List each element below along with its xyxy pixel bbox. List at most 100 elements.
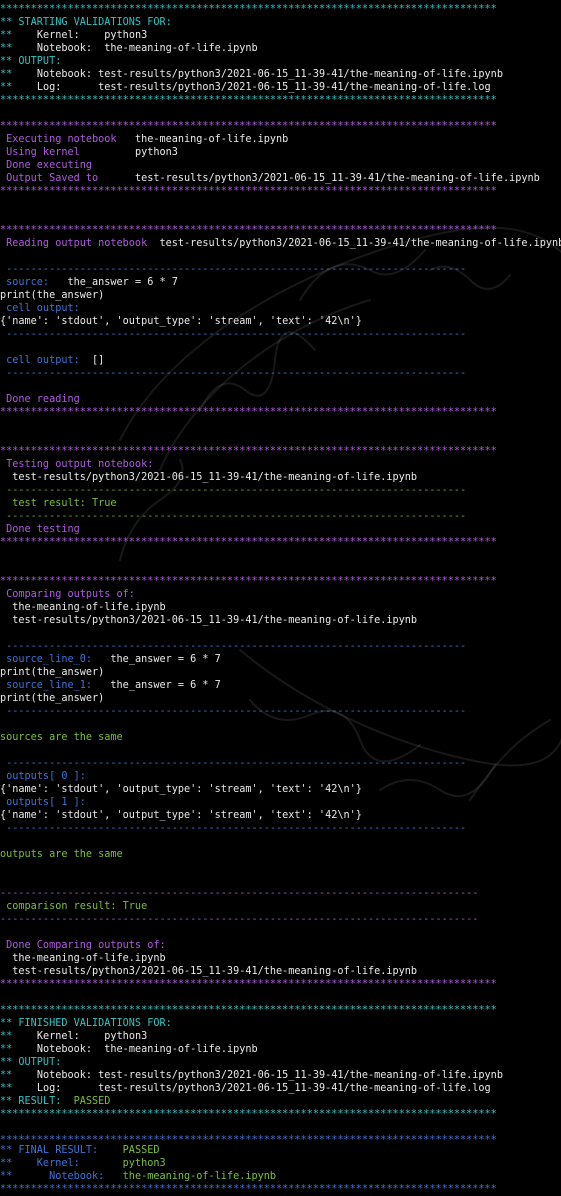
terminal-text: ** — [0, 1070, 37, 1081]
terminal-text: ****************************************… — [0, 95, 497, 106]
terminal-text: ****************************************… — [0, 225, 497, 236]
terminal-line: Reading output notebook test-results/pyt… — [0, 237, 561, 250]
terminal-line: Output Saved to test-results/python3/202… — [0, 172, 540, 185]
terminal-text: comparison result: True — [0, 901, 148, 912]
terminal-text: Notebook: the-meaning-of-life.ipynb — [36, 1044, 258, 1055]
terminal-text: print(the_answer) — [0, 290, 105, 301]
terminal-line: ** OUTPUT: — [0, 1056, 61, 1069]
terminal-text: source_line_1: — [0, 680, 93, 691]
terminal-line: print(the_answer) — [0, 692, 104, 705]
terminal-text: ** Kernel: — [0, 1158, 123, 1169]
terminal-text: ----------------------------------------… — [0, 706, 467, 717]
terminal-text: Testing output notebook: — [0, 459, 154, 470]
terminal-text: [] — [92, 355, 105, 366]
terminal-line: ****************************************… — [0, 1108, 497, 1121]
terminal-text: outputs[ 1 ]: — [0, 797, 86, 808]
terminal-text: the_answer = 6 * 7 — [92, 680, 221, 691]
terminal-text: ** — [0, 69, 37, 80]
terminal-text: ** — [0, 82, 37, 93]
terminal-line: ****************************************… — [0, 1004, 497, 1017]
terminal-text: Executing notebook — [0, 134, 135, 145]
terminal-line: ****************************************… — [0, 406, 497, 419]
terminal-text: print(the_answer) — [0, 667, 105, 678]
terminal-text: Done reading — [0, 394, 80, 405]
terminal-text: the-meaning-of-life.ipynb — [134, 134, 289, 145]
terminal-text: python3 — [134, 147, 178, 158]
terminal-text: test-results/python3/2021-06-15_11-39-41… — [159, 238, 561, 249]
terminal-text: test-results/python3/2021-06-15_11-39-41… — [0, 966, 418, 977]
terminal-text: PASSED — [73, 1096, 111, 1107]
terminal-text: python3 — [122, 1158, 166, 1169]
terminal-line: Testing output notebook: — [0, 458, 153, 471]
terminal-line: ** Log: test-results/python3/2021-06-15_… — [0, 81, 491, 94]
terminal-line: outputs[ 1 ]: — [0, 796, 86, 809]
terminal-line: ****************************************… — [0, 978, 497, 991]
terminal-line: ** Notebook: the-meaning-of-life.ipynb — [0, 1043, 258, 1056]
terminal-text: the_answer = 6 * 7 — [92, 654, 221, 665]
terminal-text: ** FINAL RESULT: — [0, 1145, 123, 1156]
terminal-text: ----------------------------------------… — [0, 329, 467, 340]
terminal-text: PASSED — [122, 1145, 160, 1156]
terminal-line: test-results/python3/2021-06-15_11-39-41… — [0, 614, 417, 627]
terminal-line: the-meaning-of-life.ipynb — [0, 601, 166, 614]
terminal-line: print(the_answer) — [0, 666, 104, 679]
terminal-text: ****************************************… — [0, 1109, 497, 1120]
terminal-line: ****************************************… — [0, 94, 497, 107]
terminal-text: ----------------------------------------… — [0, 914, 479, 925]
terminal-text: ****************************************… — [0, 186, 497, 197]
terminal-text: ** — [0, 1031, 37, 1042]
terminal-line: outputs[ 0 ]: — [0, 770, 86, 783]
terminal-line: ****************************************… — [0, 3, 497, 16]
terminal-line: ****************************************… — [0, 224, 497, 237]
terminal-text: ** FINISHED VALIDATIONS FOR: — [0, 1018, 172, 1029]
terminal-text: ----------------------------------------… — [0, 888, 479, 899]
terminal-text: {'name': 'stdout', 'output_type': 'strea… — [0, 810, 362, 821]
terminal-line: ----------------------------------------… — [0, 822, 466, 835]
terminal-line: ** Notebook: the-meaning-of-life.ipynb — [0, 42, 258, 55]
terminal-text: Notebook: test-results/python3/2021-06-1… — [36, 1070, 503, 1081]
terminal-text: Done executing — [0, 160, 93, 171]
terminal-line: Done reading — [0, 393, 80, 406]
terminal-text: ----------------------------------------… — [0, 641, 467, 652]
terminal-line: ** Kernel: python3 — [0, 1157, 166, 1170]
terminal-line: outputs are the same — [0, 848, 123, 861]
terminal-text: the-meaning-of-life.ipynb — [122, 1171, 277, 1182]
terminal-line: ----------------------------------------… — [0, 328, 466, 341]
terminal-line: ** Log: test-results/python3/2021-06-15_… — [0, 1082, 491, 1095]
terminal-text: ****************************************… — [0, 446, 497, 457]
terminal-line: ** Notebook: test-results/python3/2021-0… — [0, 1069, 503, 1082]
terminal-line: ****************************************… — [0, 1183, 497, 1196]
terminal-text: ** STARTING VALIDATIONS FOR: — [0, 17, 172, 28]
terminal-line: Using kernel python3 — [0, 146, 178, 159]
terminal-text: Done Comparing outputs of: — [0, 940, 166, 951]
terminal-text: Using kernel — [0, 147, 135, 158]
terminal-line: {'name': 'stdout', 'output_type': 'strea… — [0, 315, 362, 328]
terminal-text: Kernel: python3 — [36, 30, 148, 41]
terminal-line: ****************************************… — [0, 575, 497, 588]
terminal-text: test-results/python3/2021-06-15_11-39-41… — [0, 615, 418, 626]
terminal-text: Log: test-results/python3/2021-06-15_11-… — [36, 1083, 491, 1094]
terminal-text: Notebook: test-results/python3/2021-06-1… — [36, 69, 503, 80]
terminal-line: ****************************************… — [0, 445, 497, 458]
terminal-text: ****************************************… — [0, 576, 497, 587]
terminal-text: Done testing — [0, 524, 80, 535]
terminal-line: ----------------------------------------… — [0, 263, 466, 276]
terminal-text: ** OUTPUT: — [0, 1057, 62, 1068]
terminal-text: ----------------------------------------… — [0, 758, 467, 769]
terminal-line: ----------------------------------------… — [0, 757, 466, 770]
terminal-line: ----------------------------------------… — [0, 640, 466, 653]
terminal-line: ****************************************… — [0, 185, 497, 198]
terminal-text: ****************************************… — [0, 979, 497, 990]
terminal-line: test-results/python3/2021-06-15_11-39-41… — [0, 965, 417, 978]
terminal-line: cell output: [] — [0, 354, 104, 367]
terminal-text: ****************************************… — [0, 407, 497, 418]
terminal-line: test result: True — [0, 497, 116, 510]
terminal-line: ** Notebook: the-meaning-of-life.ipynb — [0, 1170, 276, 1183]
terminal-text: the-meaning-of-life.ipynb — [0, 602, 166, 613]
terminal-text: the_answer = 6 * 7 — [49, 277, 178, 288]
terminal-text: cell output: — [0, 355, 93, 366]
terminal-line: {'name': 'stdout', 'output_type': 'strea… — [0, 783, 362, 796]
terminal-text: ** RESULT: — [0, 1096, 74, 1107]
terminal-text: Notebook: the-meaning-of-life.ipynb — [36, 43, 258, 54]
terminal-text: ****************************************… — [0, 4, 497, 15]
